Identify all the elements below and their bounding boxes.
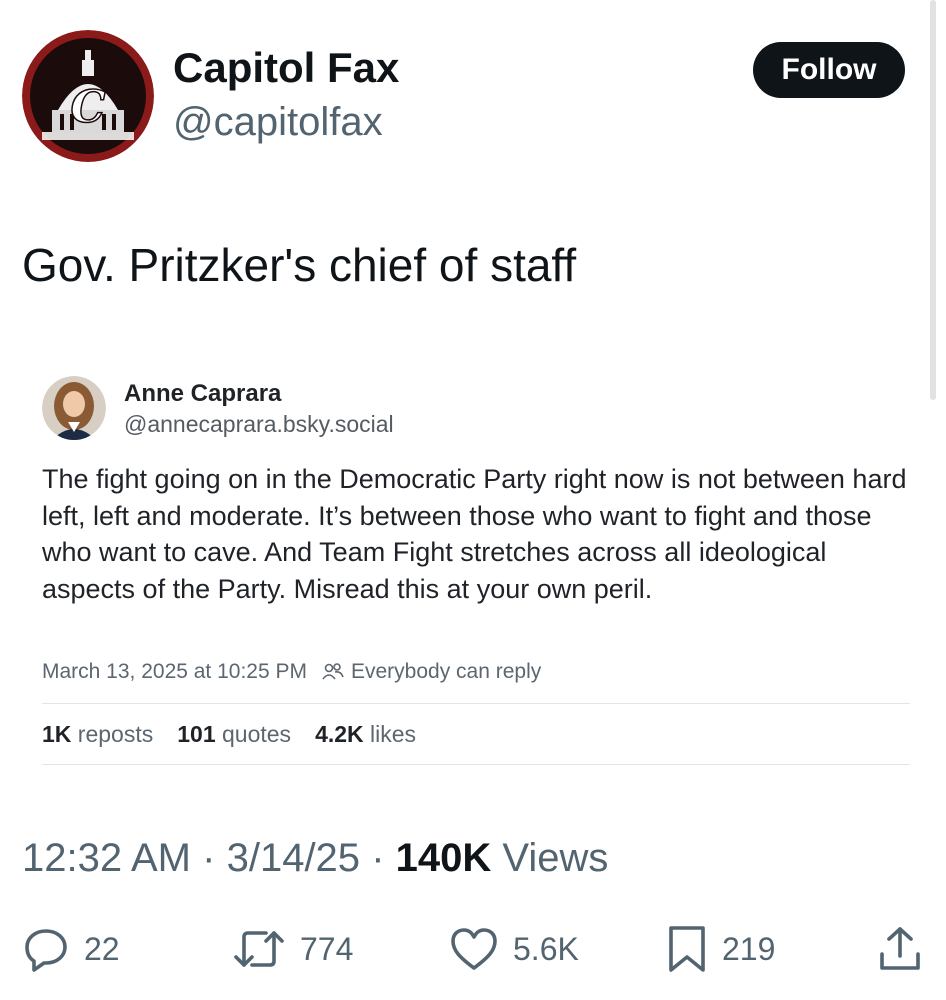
separator: · xyxy=(202,836,216,880)
share-button[interactable] xyxy=(876,922,924,976)
profile-photo-icon xyxy=(42,376,106,440)
quoted-post-meta: March 13, 2025 at 10:25 PM Everybody can… xyxy=(42,660,541,684)
repost-icon xyxy=(234,931,284,967)
author-avatar[interactable]: C xyxy=(22,30,154,162)
reply-icon xyxy=(25,929,67,972)
views-label: Views xyxy=(502,836,609,880)
quoted-author-name: Anne Caprara xyxy=(124,380,282,407)
author-display-name[interactable]: Capitol Fax xyxy=(173,44,399,92)
repost-button[interactable]: 774 xyxy=(232,922,353,976)
like-icon xyxy=(451,928,497,970)
quoted-author-avatar xyxy=(42,376,106,440)
quoted-post-date: March 13, 2025 at 10:25 PM xyxy=(42,660,307,683)
like-count: 5.6K xyxy=(513,930,579,967)
repost-count: 774 xyxy=(300,930,354,967)
quoted-quotes-stat: 101 quotes xyxy=(177,721,292,747)
people-icon xyxy=(321,662,345,682)
separator: · xyxy=(371,836,385,880)
logo-letter: C xyxy=(70,82,105,133)
bookmark-count: 219 xyxy=(722,930,776,967)
quoted-post-text: The fight going on in the Democratic Par… xyxy=(42,464,907,604)
author-handle[interactable]: @capitolfax xyxy=(173,100,383,145)
post-date: 3/14/25 xyxy=(226,836,361,880)
views-count: 140K xyxy=(395,836,492,880)
quoted-reposts-stat: 1K reposts xyxy=(42,721,154,747)
reply-count: 22 xyxy=(84,930,120,967)
follow-button[interactable]: Follow xyxy=(753,42,905,98)
quoted-author-handle: @annecaprara.bsky.social xyxy=(124,411,394,437)
share-icon xyxy=(880,927,920,970)
bookmark-button[interactable]: 219 xyxy=(666,922,775,976)
tweet-text: Gov. Pritzker's chief of staff xyxy=(22,239,577,291)
post-timestamp[interactable]: 12:32 AM · 3/14/25 · 140K Views xyxy=(22,836,608,881)
reply-setting: Everybody can reply xyxy=(351,660,542,683)
capitol-dome-logo-icon: C xyxy=(22,30,154,162)
bookmark-icon xyxy=(669,926,705,972)
quoted-post-stats: 1K reposts 101 quotes 4.2K likes xyxy=(42,721,416,748)
post-time: 12:32 AM xyxy=(22,836,192,880)
divider xyxy=(42,764,910,765)
quoted-likes-stat: 4.2K likes xyxy=(315,721,417,747)
scrollbar[interactable] xyxy=(930,0,936,400)
reply-button[interactable]: 22 xyxy=(22,922,120,976)
like-button[interactable]: 5.6K xyxy=(449,922,579,976)
divider xyxy=(42,703,910,704)
